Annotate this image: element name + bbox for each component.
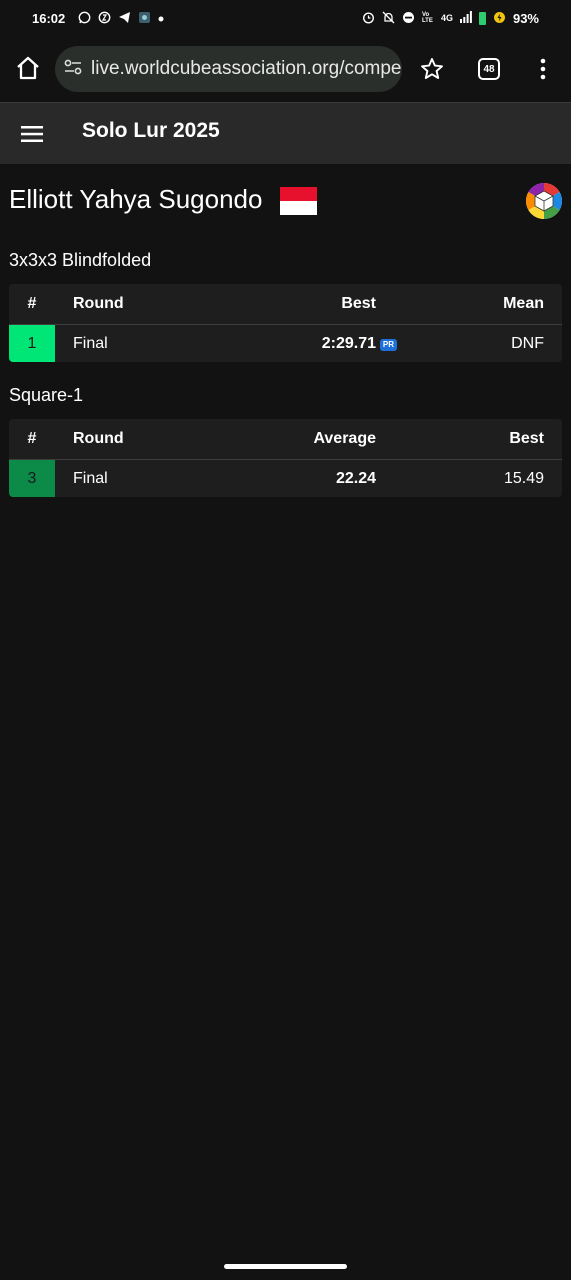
table-row[interactable]: 1 Final 2:29.71 PR DNF bbox=[9, 325, 562, 362]
round-cell: Final bbox=[73, 334, 108, 352]
app-notification-icon bbox=[138, 11, 151, 26]
rank-cell: 3 bbox=[9, 460, 55, 497]
rank-cell: 1 bbox=[9, 325, 55, 362]
mean-cell: DNF bbox=[511, 334, 544, 352]
app-header: Solo Lur 2025 bbox=[0, 102, 571, 164]
status-time: 16:02 bbox=[32, 10, 66, 26]
notifications-off-icon bbox=[382, 11, 395, 26]
table-header: # Round Best Mean bbox=[9, 284, 562, 325]
network-type: 4G bbox=[440, 13, 453, 23]
person-name: Elliott Yahya Sugondo bbox=[9, 184, 263, 214]
address-bar[interactable]: live.worldcubeassociation.org/compe bbox=[55, 46, 402, 92]
menu-button[interactable] bbox=[21, 125, 43, 143]
column-header-best[interactable]: Best bbox=[341, 284, 376, 324]
telegram-icon bbox=[118, 11, 131, 26]
volte-label: Vo LTE bbox=[421, 12, 433, 24]
table-header: # Round Average Best bbox=[9, 419, 562, 460]
site-settings-icon[interactable] bbox=[63, 57, 83, 82]
event-title: 3x3x3 Blindfolded bbox=[9, 250, 152, 270]
column-header-best[interactable]: Best bbox=[509, 419, 544, 459]
battery-percent: 93% bbox=[512, 10, 539, 26]
battery-icon bbox=[478, 11, 486, 25]
competition-title: Solo Lur 2025 bbox=[82, 119, 220, 142]
indonesia-flag-icon bbox=[280, 187, 317, 215]
browser-menu-button[interactable] bbox=[533, 56, 553, 82]
status-bar: 16:02 Vo LTE 4G 93% bbox=[0, 0, 571, 36]
bookmark-button[interactable] bbox=[419, 56, 445, 82]
event-title: Square-1 bbox=[9, 385, 84, 405]
home-icon bbox=[17, 56, 39, 80]
hamburger-icon bbox=[21, 126, 43, 142]
best-cell: 15.49 bbox=[503, 469, 544, 487]
column-header-mean[interactable]: Mean bbox=[503, 284, 544, 324]
column-header-round: Round bbox=[73, 430, 124, 447]
column-header-average[interactable]: Average bbox=[313, 419, 376, 459]
average-cell: 22.24 bbox=[335, 469, 376, 487]
table-row[interactable]: 3 Final 22.24 15.49 bbox=[9, 460, 562, 497]
results-table: # Round Average Best 3 Final 22.24 15.49 bbox=[9, 419, 562, 497]
do-not-disturb-icon bbox=[402, 11, 415, 26]
pr-badge: PR bbox=[379, 338, 397, 351]
url-text: live.worldcubeassociation.org/compe bbox=[91, 58, 402, 79]
whatsapp-icon bbox=[78, 11, 91, 26]
whatsapp-business-icon bbox=[98, 11, 111, 26]
person-header: Elliott Yahya Sugondo bbox=[9, 182, 563, 222]
home-button[interactable] bbox=[14, 54, 42, 82]
star-icon bbox=[421, 58, 443, 79]
tab-switcher-button[interactable]: 48 bbox=[478, 58, 500, 80]
wca-logo-icon[interactable] bbox=[525, 182, 563, 220]
round-cell: Final bbox=[73, 469, 108, 487]
more-vert-icon bbox=[540, 58, 546, 80]
best-cell: 2:29.71 PR bbox=[321, 325, 397, 362]
signal-icon bbox=[459, 11, 472, 25]
column-header-round: Round bbox=[73, 295, 124, 312]
gesture-home-indicator[interactable] bbox=[224, 1264, 347, 1269]
best-value: 2:29.71 bbox=[321, 334, 376, 352]
alarm-icon bbox=[362, 11, 375, 26]
browser-toolbar: live.worldcubeassociation.org/compe 48 bbox=[0, 36, 571, 102]
battery-saver-icon bbox=[493, 11, 506, 26]
more-notifications-dot-icon bbox=[158, 12, 164, 24]
column-header-rank: # bbox=[27, 430, 37, 447]
results-table: # Round Best Mean 1 Final 2:29.71 PR DNF bbox=[9, 284, 562, 362]
column-header-rank: # bbox=[27, 295, 37, 312]
